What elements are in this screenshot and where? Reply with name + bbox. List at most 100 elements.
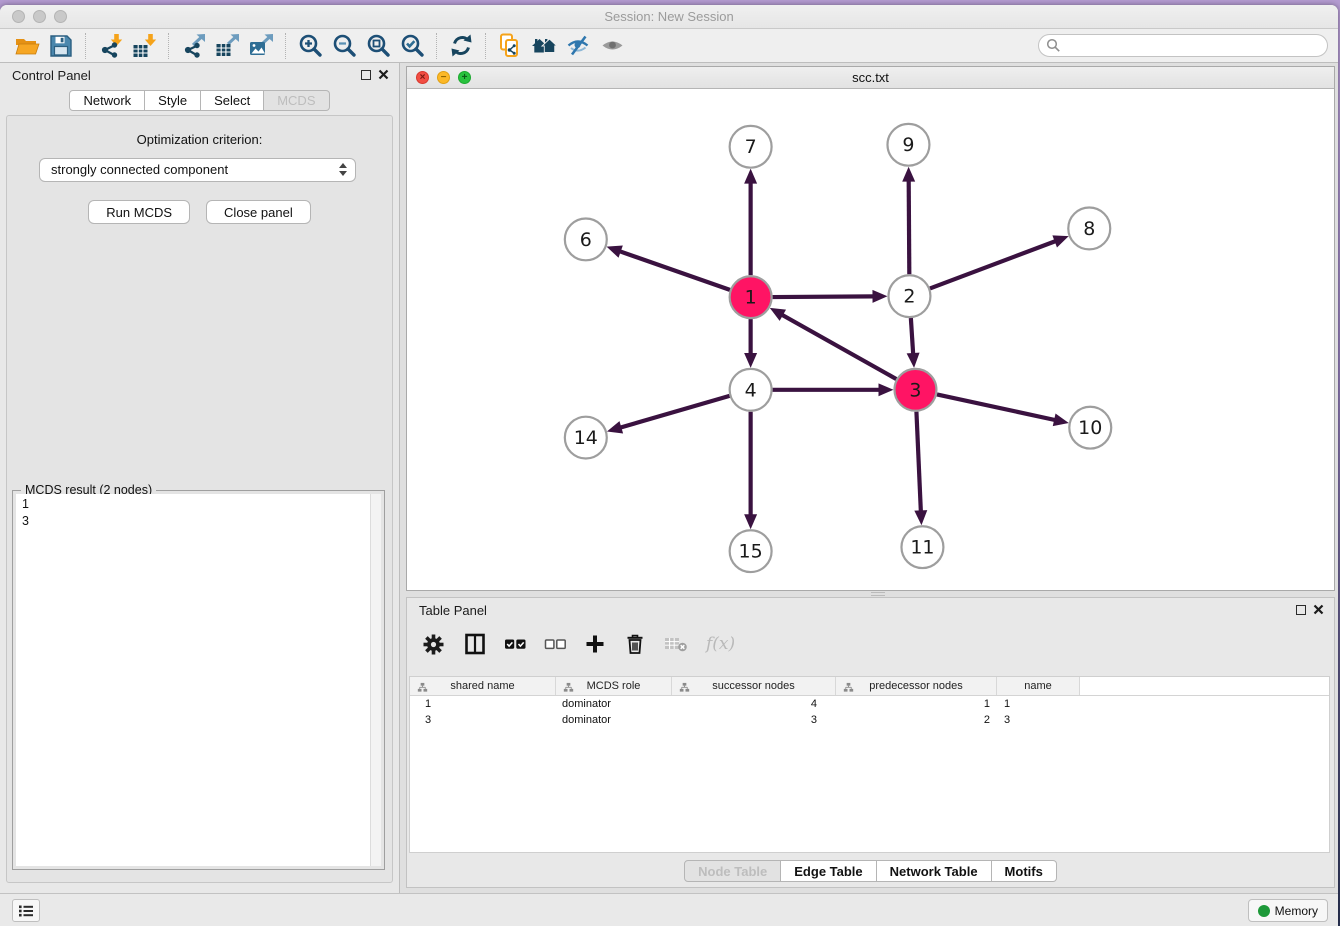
- graph-node-label: 1: [745, 287, 757, 309]
- cell-predecessor-nodes[interactable]: 1: [836, 696, 997, 712]
- show-all-networks-icon[interactable]: [527, 31, 561, 61]
- mcds-result-item[interactable]: 1: [22, 496, 375, 513]
- mcds-result-box: MCDS result (2 nodes) 1 3: [12, 490, 385, 870]
- open-folder-icon[interactable]: [10, 31, 44, 61]
- tab-select[interactable]: Select: [201, 90, 264, 111]
- graph-edge-4-14[interactable]: [619, 396, 729, 428]
- graph-node-label: 7: [745, 136, 757, 158]
- table-row[interactable]: 1 dominator 4 1 1: [410, 696, 1329, 712]
- toolbar-separator: [436, 33, 437, 59]
- tab-node-table[interactable]: Node Table: [684, 860, 781, 882]
- function-builder-icon[interactable]: f(x): [706, 634, 735, 654]
- graph-edge-1-6[interactable]: [619, 251, 730, 290]
- mcds-result-list[interactable]: 1 3: [16, 494, 381, 866]
- node-table: shared name MCDS role successor nodes: [409, 676, 1330, 853]
- memory-label: Memory: [1275, 904, 1318, 918]
- graph-edge-arrowhead: [744, 169, 757, 184]
- import-network-icon[interactable]: [93, 31, 127, 61]
- first-neighbors-icon[interactable]: [444, 31, 478, 61]
- graph-edge-arrowhead: [907, 353, 920, 368]
- cell-predecessor-nodes[interactable]: 2: [836, 712, 997, 728]
- main-toolbar: [0, 29, 1338, 63]
- graph-edge-3-10[interactable]: [937, 394, 1056, 420]
- column-header-predecessor-nodes[interactable]: predecessor nodes: [836, 677, 997, 695]
- network-canvas[interactable]: 7968124314101511: [407, 89, 1334, 590]
- graph-edge-arrowhead: [878, 383, 893, 396]
- tab-motifs[interactable]: Motifs: [992, 860, 1057, 882]
- zoom-selected-icon[interactable]: [395, 31, 429, 61]
- delete-table-icon[interactable]: [664, 634, 689, 654]
- export-network-icon[interactable]: [176, 31, 210, 61]
- table-panel-title: Table Panel: [419, 603, 487, 618]
- run-mcds-button[interactable]: Run MCDS: [88, 200, 190, 224]
- delete-column-icon[interactable]: [623, 632, 647, 656]
- graph-node-label: 2: [903, 286, 915, 308]
- deselect-all-columns-icon[interactable]: [544, 635, 567, 653]
- graph-edge-1-2[interactable]: [773, 296, 875, 297]
- float-panel-icon[interactable]: [361, 70, 371, 80]
- shared-column-icon: [417, 681, 428, 699]
- criterion-dropdown[interactable]: strongly connected component: [39, 158, 356, 182]
- tab-edge-table[interactable]: Edge Table: [781, 860, 876, 882]
- import-table-icon[interactable]: [127, 31, 161, 61]
- graph-edge-2-9[interactable]: [909, 180, 910, 275]
- cell-shared-name[interactable]: 3: [410, 712, 556, 728]
- cell-name[interactable]: 1: [997, 696, 1080, 712]
- graph-edge-3-1[interactable]: [781, 314, 896, 379]
- splitter-handle[interactable]: [871, 592, 885, 596]
- table-header-row: shared name MCDS role successor nodes: [410, 677, 1329, 696]
- search-input[interactable]: [1038, 34, 1328, 57]
- graph-node-label: 8: [1083, 218, 1095, 240]
- cell-successor-nodes[interactable]: 4: [672, 696, 836, 712]
- cell-name[interactable]: 3: [997, 712, 1080, 728]
- select-all-columns-icon[interactable]: [504, 635, 527, 653]
- zoom-out-icon[interactable]: [327, 31, 361, 61]
- tab-network-table[interactable]: Network Table: [877, 860, 992, 882]
- result-scrollbar[interactable]: [370, 494, 381, 866]
- copy-style-icon[interactable]: [493, 31, 527, 61]
- close-table-panel-icon[interactable]: [1313, 604, 1324, 615]
- status-bar: Memory: [0, 893, 1338, 926]
- column-header-mcds-role[interactable]: MCDS role: [556, 677, 672, 695]
- float-table-panel-icon[interactable]: [1296, 605, 1306, 615]
- mcds-result-item[interactable]: 3: [22, 513, 375, 530]
- add-column-icon[interactable]: [584, 633, 606, 655]
- shared-column-icon: [679, 681, 690, 699]
- save-icon[interactable]: [44, 31, 78, 61]
- toolbar-separator: [285, 33, 286, 59]
- zoom-in-icon[interactable]: [293, 31, 327, 61]
- right-area: × − + scc.txt 7968124314101511 Table Pan…: [405, 63, 1336, 893]
- table-panel-header: Table Panel: [407, 598, 1334, 622]
- column-header-name[interactable]: name: [997, 677, 1080, 695]
- memory-button[interactable]: Memory: [1248, 899, 1328, 922]
- search-field: [1038, 34, 1328, 57]
- tab-network[interactable]: Network: [69, 90, 145, 111]
- graph-edge-arrowhead: [914, 510, 927, 525]
- graph-edge-3-11[interactable]: [916, 412, 920, 513]
- graph-node-label: 15: [739, 541, 763, 563]
- table-row[interactable]: 3 dominator 3 2 3: [410, 712, 1329, 728]
- cell-mcds-role[interactable]: dominator: [556, 712, 672, 728]
- cell-successor-nodes[interactable]: 3: [672, 712, 836, 728]
- export-image-icon[interactable]: [244, 31, 278, 61]
- column-layout-icon[interactable]: [463, 632, 487, 656]
- graph-edge-2-8[interactable]: [930, 241, 1057, 289]
- tab-style[interactable]: Style: [145, 90, 201, 111]
- task-history-button[interactable]: [12, 899, 40, 922]
- column-header-shared-name[interactable]: shared name: [410, 677, 556, 695]
- shared-column-icon: [843, 681, 854, 699]
- tab-mcds[interactable]: MCDS: [264, 90, 329, 111]
- hide-selected-icon[interactable]: [561, 31, 595, 61]
- export-table-icon[interactable]: [210, 31, 244, 61]
- toolbar-separator: [85, 33, 86, 59]
- close-panel-icon[interactable]: [378, 69, 389, 80]
- titlebar: Session: New Session: [0, 5, 1338, 29]
- column-header-successor-nodes[interactable]: successor nodes: [672, 677, 836, 695]
- graph-node-label: 11: [910, 537, 934, 559]
- cell-shared-name[interactable]: 1: [410, 696, 556, 712]
- show-selected-icon[interactable]: [595, 31, 629, 61]
- graph-edge-2-3[interactable]: [911, 318, 913, 355]
- zoom-fit-icon[interactable]: [361, 31, 395, 61]
- gear-icon[interactable]: [421, 632, 446, 657]
- close-panel-button[interactable]: Close panel: [206, 200, 311, 224]
